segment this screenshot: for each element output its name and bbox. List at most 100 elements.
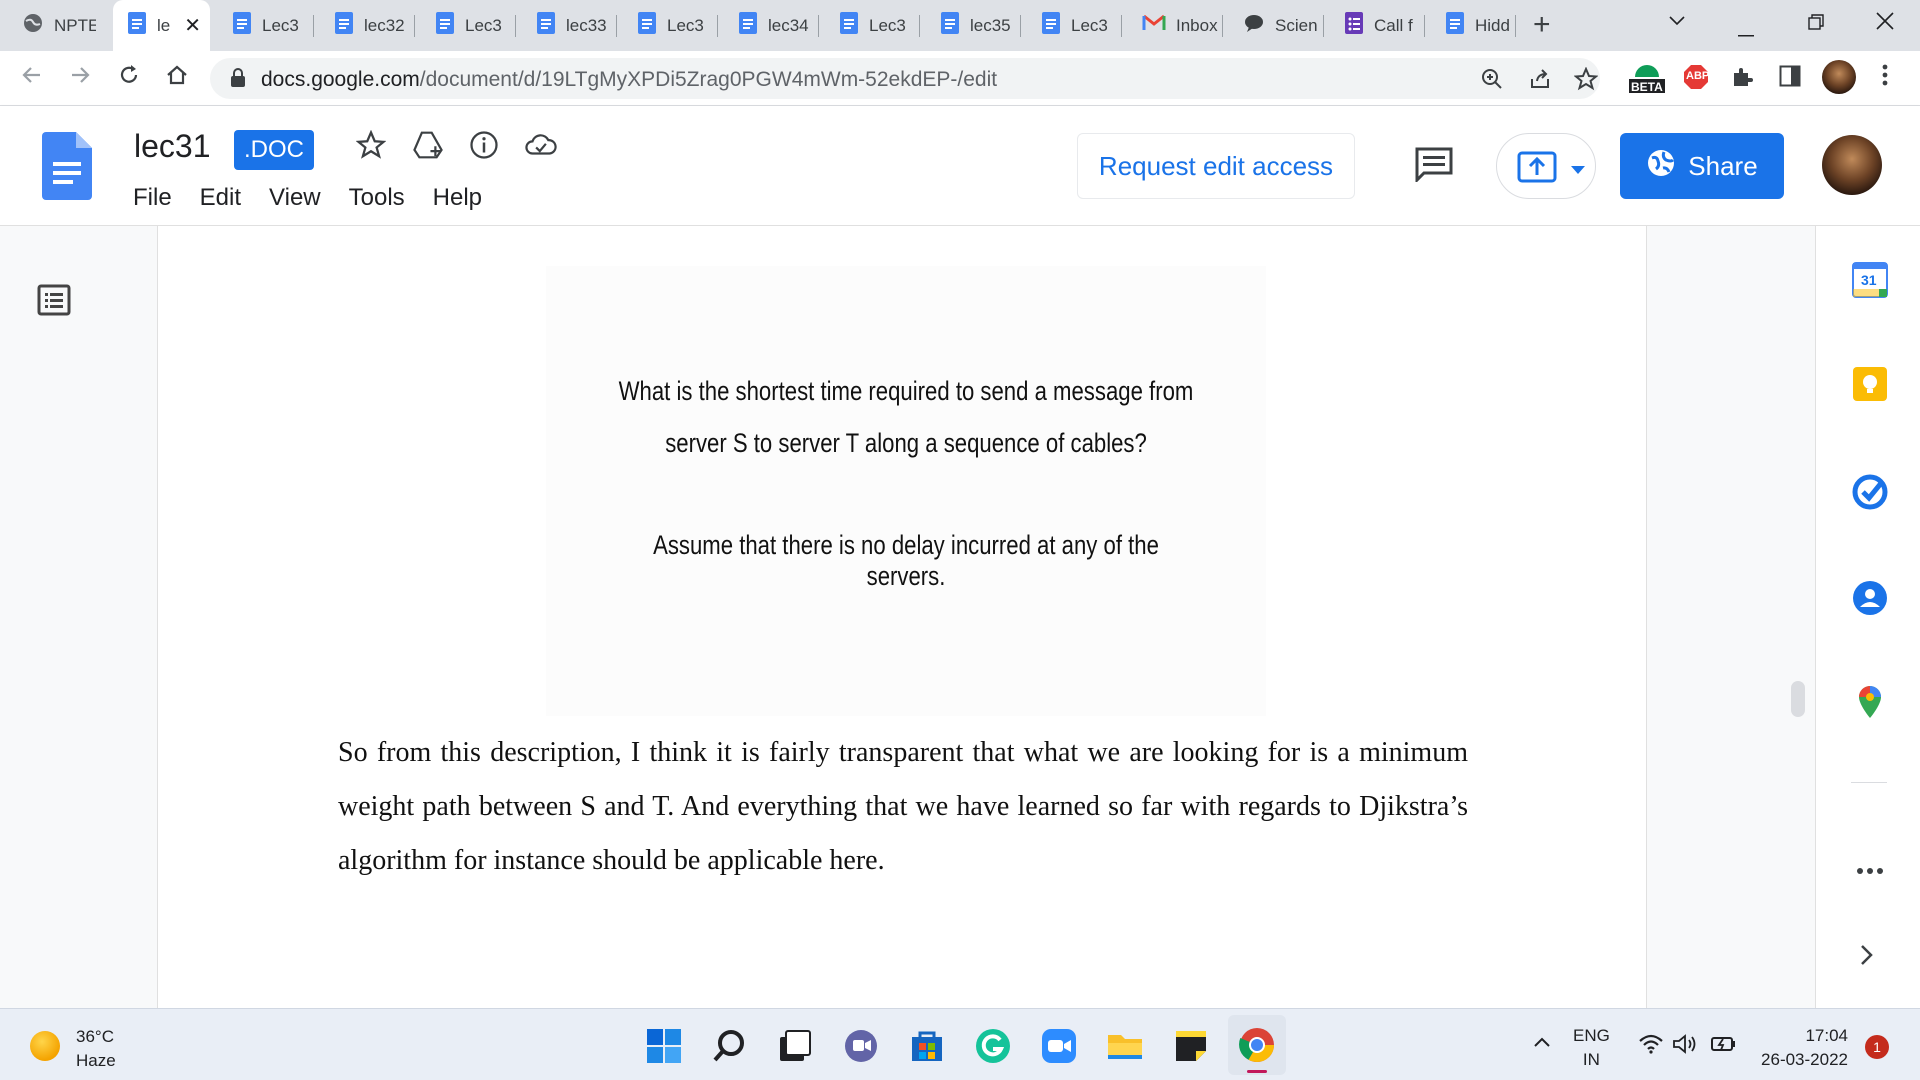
menu-view[interactable]: View (269, 184, 321, 212)
request-edit-access-button[interactable]: Request edit access (1077, 133, 1355, 199)
calendar-icon[interactable]: 31 (1852, 262, 1888, 303)
share-page-icon[interactable] (1528, 67, 1552, 97)
info-icon[interactable] (469, 130, 499, 165)
browser-tab[interactable]: Lec3 (617, 0, 717, 51)
scrollbar-thumb[interactable] (1791, 681, 1805, 717)
more-horiz-icon[interactable] (1856, 862, 1884, 880)
browser-tab[interactable]: lec33 (516, 0, 616, 51)
document-page[interactable]: What is the shortest time required to se… (157, 226, 1647, 1008)
tab-label: lec34 (768, 15, 809, 35)
globe-icon (22, 12, 44, 39)
slide-text-line: Assume that there is no delay incurred a… (653, 530, 1159, 591)
browser-tab[interactable]: lec34 (718, 0, 818, 51)
tab-search-icon[interactable] (1668, 10, 1686, 33)
windows-start-icon[interactable] (645, 1027, 683, 1065)
share-button[interactable]: Share (1620, 133, 1784, 199)
menu-bar: File Edit View Tools Help (133, 184, 510, 212)
bookmark-star-icon[interactable] (1573, 66, 1599, 97)
browser-tab[interactable]: Lec3 (212, 0, 312, 51)
tab-label: Lec3 (1071, 15, 1108, 35)
forms-icon (1344, 11, 1364, 40)
tab-label: Lec3 (667, 15, 704, 35)
maps-icon[interactable] (1852, 684, 1888, 725)
file-explorer-icon[interactable] (1106, 1027, 1144, 1065)
document-area: What is the shortest time required to se… (0, 226, 1815, 1008)
reload-button[interactable] (117, 63, 141, 94)
extensions-puzzle-icon[interactable] (1730, 65, 1754, 94)
browser-tab[interactable]: lec35 (920, 0, 1020, 51)
share-label: Share (1688, 150, 1758, 181)
language-primary: ENG (1573, 1026, 1610, 1045)
new-tab-button[interactable]: + (1533, 8, 1551, 42)
tab-label: lec32 (364, 15, 405, 35)
keep-icon[interactable] (1852, 366, 1888, 407)
weather-haze-icon[interactable] (30, 1031, 60, 1061)
browser-tab[interactable]: NPTE (2, 0, 112, 51)
menu-file[interactable]: File (133, 184, 172, 212)
back-button[interactable] (20, 63, 44, 94)
browser-tab[interactable]: lec32 (314, 0, 414, 51)
battery-icon[interactable] (1710, 1034, 1738, 1059)
more-vert-icon[interactable] (1882, 63, 1888, 92)
address-bar[interactable]: docs.google.com/document/d/19LTgMyXPDi5Z… (210, 58, 1600, 99)
minimize-icon[interactable] (1738, 20, 1754, 43)
docs-icon (1445, 11, 1465, 40)
docs-icon (435, 11, 455, 40)
tab-label: Hidd (1475, 15, 1510, 35)
browser-tab[interactable]: Inbox (1122, 0, 1222, 51)
comment-history-icon[interactable] (1414, 146, 1454, 187)
tasks-icon[interactable] (1852, 474, 1888, 515)
volume-icon[interactable] (1672, 1033, 1698, 1060)
document-title[interactable]: lec31 (134, 128, 211, 165)
docs-logo-icon[interactable] (42, 132, 92, 205)
chevron-right-icon[interactable] (1860, 944, 1874, 971)
browser-tab[interactable]: Hidd (1425, 0, 1525, 51)
language-indicator[interactable]: ENG IN (1573, 1024, 1610, 1072)
temperature: 36°C (76, 1027, 114, 1046)
cloud-saved-icon[interactable] (524, 130, 558, 165)
browser-tab[interactable]: Lec3 (819, 0, 919, 51)
lock-icon[interactable] (230, 68, 246, 93)
weather-widget[interactable]: 36°C Haze (76, 1025, 116, 1073)
side-panel-icon[interactable] (1779, 65, 1801, 92)
document-outline-icon[interactable] (37, 284, 71, 321)
home-button[interactable] (165, 63, 189, 94)
menu-edit[interactable]: Edit (200, 184, 241, 212)
chrome-taskbar-active[interactable] (1228, 1015, 1286, 1075)
tab-label: lec35 (970, 15, 1011, 35)
clock[interactable]: 17:04 26-03-2022 (1756, 1024, 1848, 1072)
contacts-icon[interactable] (1852, 580, 1888, 621)
close-icon[interactable]: ✕ (184, 13, 201, 38)
menu-tools[interactable]: Tools (349, 184, 405, 212)
menu-help[interactable]: Help (433, 184, 482, 212)
grammarly-icon[interactable] (974, 1027, 1012, 1065)
forward-button[interactable] (68, 63, 92, 94)
browser-tab[interactable]: Scien (1223, 0, 1323, 51)
chevron-up-icon[interactable] (1533, 1035, 1551, 1053)
browser-tab[interactable]: Call f (1324, 0, 1424, 51)
browser-tab-active[interactable]: le ✕ (113, 0, 210, 51)
present-button[interactable] (1496, 133, 1596, 199)
teams-chat-icon[interactable] (842, 1027, 880, 1065)
move-to-drive-icon[interactable] (412, 130, 444, 165)
beta-extension-icon[interactable]: BETA (1627, 57, 1667, 102)
browser-tab[interactable]: Lec3 (1021, 0, 1121, 51)
body-paragraph: So from this description, I think it is … (338, 737, 1468, 876)
browser-tab[interactable]: Lec3 (415, 0, 515, 51)
account-avatar[interactable] (1822, 135, 1882, 195)
url-path: /document/d/19LTgMyXPDi5Zrag0PGW4mWm-52e… (419, 68, 998, 91)
windows-taskbar: 36°C Haze ENG IN 17:04 26-03-2022 (0, 1008, 1920, 1080)
notification-badge[interactable]: 1 (1865, 1035, 1889, 1059)
browser-profile-avatar[interactable] (1822, 60, 1856, 94)
sticky-notes-icon[interactable] (1172, 1027, 1210, 1065)
close-window-icon[interactable] (1876, 12, 1894, 36)
adblock-icon[interactable]: ABP (1683, 64, 1709, 95)
wifi-icon[interactable] (1638, 1034, 1664, 1059)
microsoft-store-icon[interactable] (908, 1027, 946, 1065)
search-icon[interactable] (711, 1027, 749, 1065)
zoom-icon[interactable] (1480, 67, 1504, 97)
star-icon[interactable] (355, 129, 387, 165)
task-view-icon[interactable] (776, 1027, 814, 1065)
restore-icon[interactable] (1808, 13, 1824, 36)
zoom-app-icon[interactable] (1040, 1027, 1078, 1065)
